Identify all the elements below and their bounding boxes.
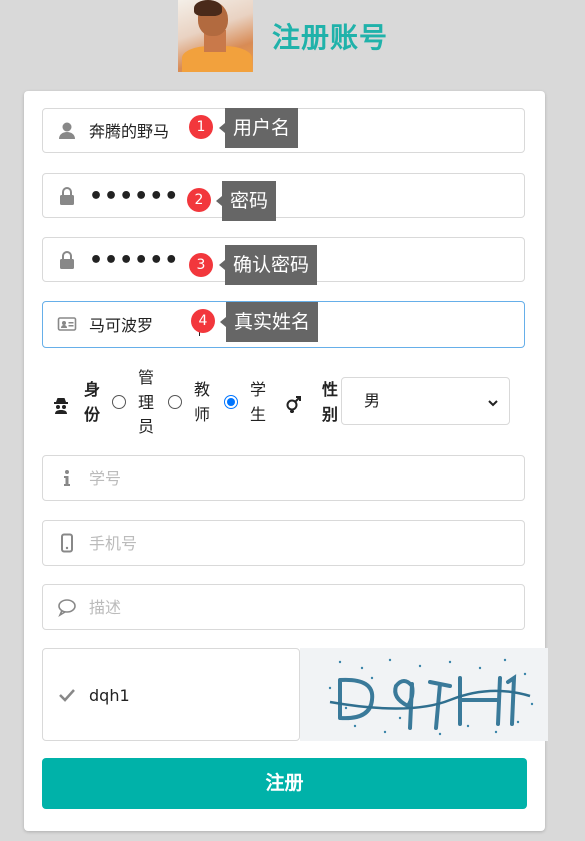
password-value: •••••• bbox=[89, 184, 180, 209]
lock-icon bbox=[57, 186, 77, 206]
gender-select[interactable]: 男 bbox=[341, 377, 510, 425]
page-title: 注册账号 bbox=[272, 21, 389, 54]
step-badge-2: 2 bbox=[187, 188, 211, 212]
info-icon bbox=[57, 468, 77, 488]
chevron-down-icon bbox=[487, 394, 499, 407]
captcha-value: dqh1 bbox=[89, 686, 130, 705]
step-badge-1: 1 bbox=[189, 115, 213, 139]
user-icon bbox=[57, 121, 77, 141]
student-id-placeholder: 学号 bbox=[89, 469, 122, 488]
gender-selected: 男 bbox=[364, 391, 381, 410]
radio-teacher-label-2: 师 bbox=[193, 405, 210, 424]
step-badge-4: 4 bbox=[191, 309, 215, 333]
radio-student-label-2: 生 bbox=[249, 405, 266, 424]
password-tooltip: 密码 bbox=[215, 181, 277, 221]
radio-admin-label-1: 管 bbox=[137, 368, 154, 387]
mobile-icon bbox=[57, 533, 77, 553]
gender-label-1: 性 bbox=[321, 380, 338, 399]
captcha-image[interactable] bbox=[300, 648, 548, 741]
confirm-password-tooltip: 确认密码 bbox=[218, 245, 318, 285]
check-icon bbox=[57, 685, 77, 705]
radio-student[interactable] bbox=[224, 395, 238, 409]
register-button[interactable]: 注册 bbox=[42, 758, 527, 809]
radio-teacher[interactable] bbox=[168, 395, 182, 409]
step-badge-3: 3 bbox=[189, 253, 213, 277]
id-card-icon bbox=[57, 314, 77, 334]
phone-placeholder: 手机号 bbox=[89, 534, 138, 553]
username-value: 奔腾的野马 bbox=[89, 122, 170, 141]
captcha-field[interactable]: dqh1 bbox=[42, 648, 300, 741]
radio-admin-label-3: 员 bbox=[137, 417, 154, 436]
comment-icon bbox=[57, 597, 77, 617]
identity-label-1: 身 bbox=[83, 380, 100, 399]
identity-gender-row: 身 份 管 理 员 教 师 学 生 性 别 男 bbox=[42, 364, 525, 444]
phone-field[interactable]: 手机号 bbox=[42, 520, 525, 566]
real-name-tooltip: 真实姓名 bbox=[219, 302, 319, 342]
gender-icon bbox=[284, 394, 304, 414]
spy-icon bbox=[52, 396, 70, 414]
gender-label-2: 别 bbox=[321, 405, 338, 424]
radio-admin[interactable] bbox=[112, 395, 126, 409]
username-tooltip: 用户名 bbox=[218, 108, 299, 148]
radio-student-label-1: 学 bbox=[249, 380, 266, 399]
avatar bbox=[178, 0, 253, 72]
description-placeholder: 描述 bbox=[89, 598, 122, 617]
description-field[interactable]: 描述 bbox=[42, 584, 525, 630]
student-id-field[interactable]: 学号 bbox=[42, 455, 525, 501]
real-name-value: 马可波罗 bbox=[89, 316, 154, 335]
identity-label-2: 份 bbox=[83, 405, 100, 424]
password-field[interactable]: •••••• bbox=[42, 173, 525, 218]
lock-icon bbox=[57, 250, 77, 270]
radio-admin-label-2: 理 bbox=[137, 393, 154, 412]
confirm-password-value: •••••• bbox=[89, 248, 180, 273]
radio-teacher-label-1: 教 bbox=[193, 380, 210, 399]
